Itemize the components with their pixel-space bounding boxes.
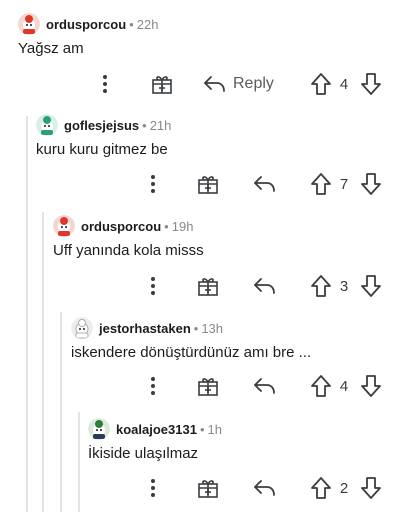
- downvote-button[interactable]: [359, 272, 383, 300]
- more-vertical-icon: [151, 277, 155, 295]
- upvote-button[interactable]: [309, 372, 333, 400]
- upvote-button[interactable]: [309, 474, 333, 502]
- vote-count: 4: [337, 70, 351, 98]
- separator-dot: •: [129, 16, 134, 32]
- username[interactable]: jestorhastaken: [99, 321, 191, 336]
- separator-dot: •: [164, 218, 169, 234]
- reply-arrow-icon: [204, 76, 225, 92]
- reply-arrow-icon: [254, 278, 275, 294]
- downvote-arrow-icon: [361, 375, 381, 397]
- more-vertical-icon: [103, 75, 107, 93]
- vote-count: 2: [337, 474, 351, 502]
- more-vertical-icon: [151, 377, 155, 395]
- more-options-button[interactable]: [94, 70, 116, 98]
- more-options-button[interactable]: [142, 272, 164, 300]
- green-snoo-avatar[interactable]: [88, 418, 110, 440]
- comment-text: Uff yanında kola misss: [53, 242, 204, 259]
- comment-actions: 7: [0, 170, 400, 198]
- award-button[interactable]: [194, 272, 222, 300]
- red-snoo-avatar[interactable]: [18, 13, 40, 35]
- comment-header: ordusporcou • 22h: [18, 13, 158, 35]
- upvote-arrow-icon: [311, 275, 331, 297]
- comment-text: İkiside ulaşılmaz: [88, 445, 199, 462]
- comment-actions: 2: [0, 474, 400, 502]
- award-gift-icon: [198, 378, 218, 396]
- downvote-arrow-icon: [361, 173, 381, 195]
- thread-line-2: [42, 212, 44, 512]
- upvote-arrow-icon: [311, 477, 331, 499]
- reply-button[interactable]: [252, 474, 278, 502]
- comment-header: jestorhastaken • 13h: [71, 317, 223, 339]
- gray-snoo-avatar[interactable]: [71, 317, 93, 339]
- upvote-button[interactable]: [309, 170, 333, 198]
- reply-button[interactable]: [252, 272, 278, 300]
- downvote-button[interactable]: [359, 474, 383, 502]
- timestamp: 22h: [136, 16, 159, 32]
- comment-text: Yağsz am: [18, 40, 84, 57]
- more-options-button[interactable]: [142, 170, 164, 198]
- comment-actions: 3: [0, 272, 400, 300]
- vote-count-text: 4: [339, 377, 349, 395]
- reply-arrow-icon: [254, 176, 275, 192]
- reply-button[interactable]: [252, 170, 278, 198]
- downvote-arrow-icon: [361, 73, 381, 95]
- upvote-button[interactable]: [309, 272, 333, 300]
- comment-text: kuru kuru gitmez be: [36, 141, 168, 158]
- upvote-button[interactable]: [309, 70, 333, 98]
- upvote-arrow-icon: [311, 173, 331, 195]
- award-gift-icon: [198, 480, 218, 498]
- vote-count-text: 7: [339, 175, 349, 193]
- award-gift-icon: [152, 76, 172, 94]
- comment-text: iskendere dönüştürdünüz amı bre ...: [71, 344, 312, 361]
- comment-actions: Reply 4: [0, 70, 400, 98]
- vote-count: 4: [337, 372, 351, 400]
- comment-header: koalajoe3131 • 1h: [88, 418, 222, 440]
- reply-button[interactable]: [252, 372, 278, 400]
- vote-count-text: 4: [339, 75, 349, 93]
- separator-dot: •: [199, 421, 205, 437]
- timestamp: 19h: [171, 218, 194, 234]
- more-options-button[interactable]: [142, 474, 164, 502]
- downvote-button[interactable]: [359, 372, 383, 400]
- more-vertical-icon: [151, 479, 155, 497]
- reply-label: Reply: [233, 75, 274, 92]
- downvote-arrow-icon: [361, 275, 381, 297]
- reply-arrow-icon: [254, 480, 275, 496]
- downvote-button[interactable]: [359, 70, 383, 98]
- downvote-button[interactable]: [359, 170, 383, 198]
- red-snoo-avatar[interactable]: [53, 215, 75, 237]
- award-button[interactable]: [194, 372, 222, 400]
- more-options-button[interactable]: [142, 372, 164, 400]
- comment-actions: 4: [0, 372, 400, 400]
- upvote-arrow-icon: [311, 375, 331, 397]
- vote-count-text: 3: [339, 277, 349, 295]
- separator-dot: •: [142, 117, 147, 133]
- timestamp: 21h: [149, 117, 172, 133]
- more-vertical-icon: [151, 175, 155, 193]
- downvote-arrow-icon: [361, 477, 381, 499]
- award-gift-icon: [198, 176, 218, 194]
- vote-count: 3: [337, 272, 351, 300]
- comment-header: goflesjejsus • 21h: [36, 114, 171, 136]
- username[interactable]: ordusporcou: [81, 219, 161, 234]
- upvote-arrow-icon: [311, 73, 331, 95]
- vote-count-text: 2: [339, 479, 349, 497]
- award-button[interactable]: [148, 70, 176, 98]
- reply-button[interactable]: Reply: [203, 70, 283, 98]
- timestamp: 13h: [201, 320, 224, 336]
- username[interactable]: ordusporcou: [46, 17, 126, 32]
- timestamp: 1h: [207, 421, 222, 437]
- separator-dot: •: [193, 320, 199, 336]
- award-button[interactable]: [194, 474, 222, 502]
- reply-arrow-icon: [254, 378, 275, 394]
- username[interactable]: goflesjejsus: [64, 118, 139, 133]
- username[interactable]: koalajoe3131: [116, 422, 197, 437]
- vote-count: 7: [337, 170, 351, 198]
- award-button[interactable]: [194, 170, 222, 198]
- award-gift-icon: [198, 278, 218, 296]
- teal-snoo-avatar[interactable]: [36, 114, 58, 136]
- comment-header: ordusporcou • 19h: [53, 215, 193, 237]
